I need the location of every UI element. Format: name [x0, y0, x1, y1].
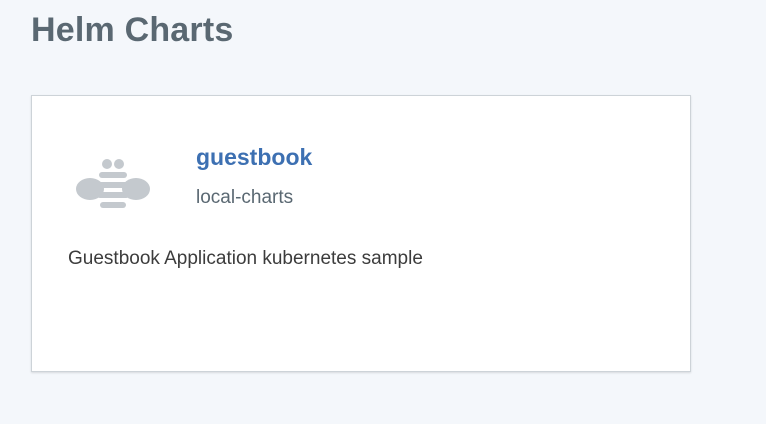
page-title: Helm Charts	[31, 11, 234, 49]
chart-description: Guestbook Application kubernetes sample	[68, 248, 423, 269]
chart-repo: local-charts	[196, 187, 294, 208]
chart-name-link[interactable]: guestbook	[196, 142, 312, 172]
helm-bee-icon	[75, 159, 151, 215]
chart-card-guestbook[interactable]: guestbook local-charts Guestbook Applica…	[31, 95, 691, 372]
